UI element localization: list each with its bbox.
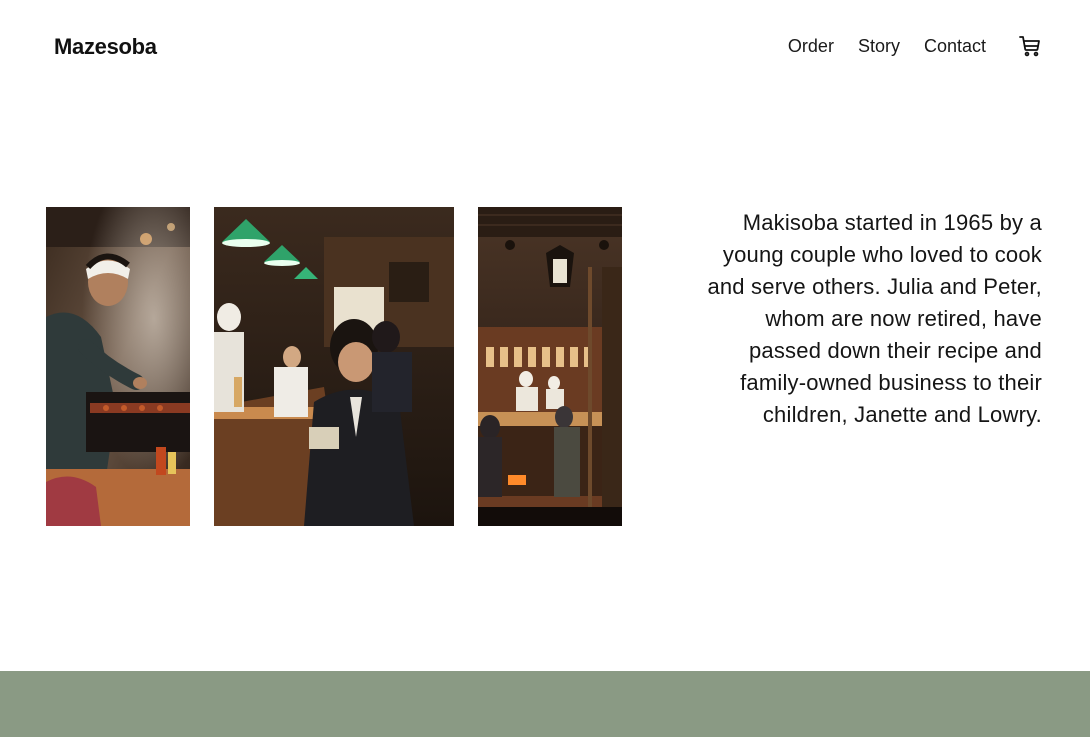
main-nav: Order Story Contact bbox=[788, 36, 986, 57]
site-logo[interactable]: Mazesoba bbox=[54, 34, 157, 60]
page: Mazesoba Order Story Contact Makisoba st… bbox=[0, 0, 1090, 737]
shopping-cart-icon[interactable] bbox=[1018, 34, 1042, 58]
nav-order-link[interactable]: Order bbox=[788, 36, 834, 57]
nav-story-link[interactable]: Story bbox=[858, 36, 900, 57]
diner-eating-noodles-photo bbox=[214, 207, 454, 526]
chef-grilling-photo bbox=[46, 207, 190, 526]
site-header: Mazesoba Order Story Contact bbox=[0, 0, 1090, 96]
restaurant-entrance-photo bbox=[478, 207, 622, 526]
footer-band bbox=[0, 671, 1090, 737]
nav-contact-link[interactable]: Contact bbox=[924, 36, 986, 57]
story-paragraph: Makisoba started in 1965 by a young coup… bbox=[707, 210, 1042, 427]
